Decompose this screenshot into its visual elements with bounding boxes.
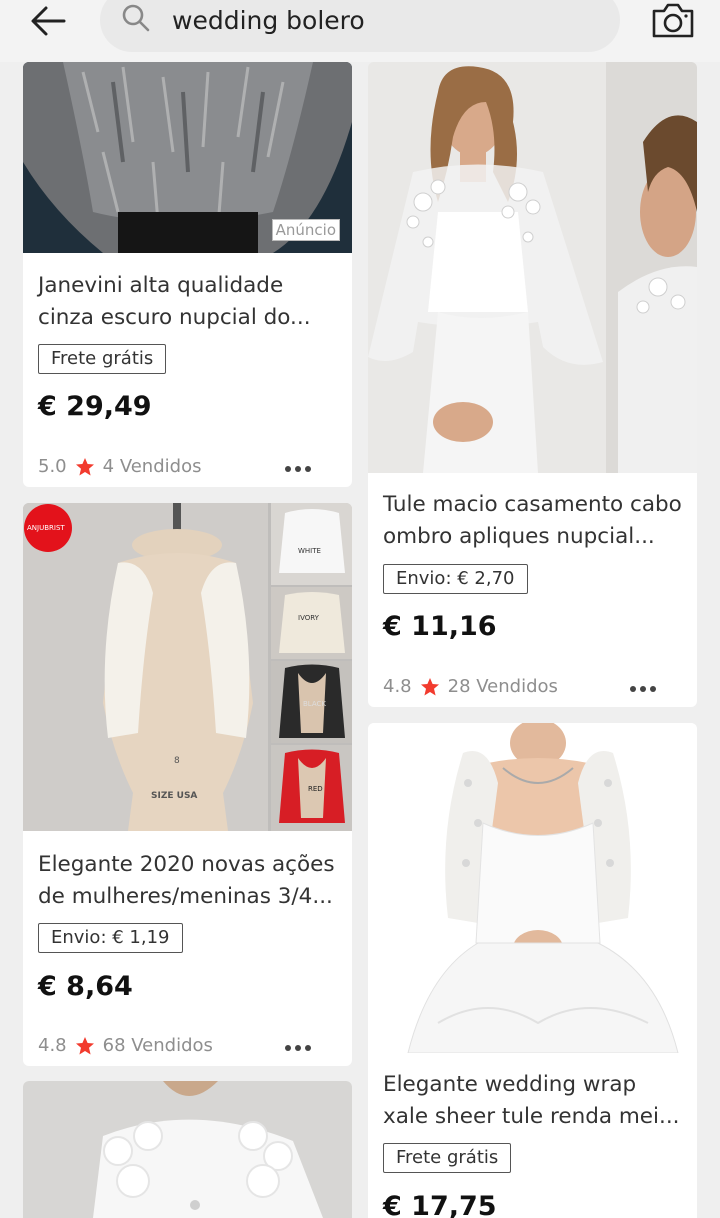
sold-count: 68 Vendidos	[102, 1035, 213, 1056]
brand-badge: ANJUBRIST	[27, 524, 65, 532]
rating-value: 4.8	[383, 676, 412, 697]
product-title: Janevini alta qualidade cinza escuro nup…	[38, 273, 311, 330]
back-button[interactable]	[28, 4, 68, 38]
product-price: € 11,16	[383, 611, 497, 642]
product-title: Tule macio casamento cabo ombro apliques…	[383, 492, 682, 549]
product-card[interactable]: 8 SIZE USA WHITE IVORY BLACK RED ANJUBRI…	[23, 503, 352, 1066]
product-card[interactable]	[23, 1081, 352, 1218]
product-image[interactable]	[23, 1081, 352, 1218]
sold-count: 4 Vendidos	[102, 456, 202, 477]
product-price: € 29,49	[38, 391, 152, 422]
sold-count: 28 Vendidos	[447, 676, 558, 697]
more-options-icon[interactable]	[284, 464, 312, 474]
search-input[interactable]: wedding bolero	[100, 0, 620, 52]
product-card[interactable]: Tule macio casamento cabo ombro apliques…	[368, 62, 697, 707]
more-options-icon[interactable]	[284, 1043, 312, 1053]
swatch-label: IVORY	[298, 614, 320, 622]
product-image[interactable]: 8 SIZE USA WHITE IVORY BLACK RED ANJUBRI…	[23, 503, 352, 831]
arrow-left-icon	[31, 6, 66, 36]
search-icon	[122, 4, 150, 32]
top-bar: wedding bolero	[0, 0, 720, 62]
product-card[interactable]: Elegante wedding wrap xale sheer tule re…	[368, 723, 697, 1218]
rating-row: 4.8 68 Vendidos	[38, 1035, 213, 1056]
star-icon	[420, 677, 439, 695]
product-price: € 8,64	[38, 971, 133, 1002]
swatch-label: RED	[308, 785, 323, 793]
product-image[interactable]	[368, 62, 697, 473]
product-price: € 17,75	[383, 1191, 497, 1218]
ad-badge: Anúncio	[271, 219, 340, 241]
product-title: Elegante wedding wrap xale sheer tule re…	[383, 1072, 680, 1129]
camera-icon	[652, 3, 694, 38]
rating-value: 4.8	[38, 1035, 67, 1056]
more-options-icon[interactable]	[629, 684, 657, 694]
shipping-tag: Envio: € 1,19	[38, 923, 183, 953]
star-icon	[75, 457, 94, 475]
camera-search-button[interactable]	[651, 2, 695, 38]
search-query: wedding bolero	[172, 6, 365, 35]
rating-row: 5.0 4 Vendidos	[38, 456, 201, 477]
product-image[interactable]: Anúncio	[23, 62, 352, 253]
shipping-tag: Frete grátis	[38, 344, 167, 374]
shipping-tag: Envio: € 2,70	[383, 564, 528, 594]
size-label: SIZE USA	[151, 791, 197, 801]
product-title: Elegante 2020 novas ações de mulheres/me…	[38, 852, 335, 909]
shipping-tag: Frete grátis	[383, 1143, 512, 1173]
swatch-label: BLACK	[303, 700, 326, 708]
star-icon	[75, 1036, 94, 1054]
rating-row: 4.8 28 Vendidos	[383, 676, 558, 697]
rating-value: 5.0	[38, 456, 67, 477]
product-card[interactable]: Anúncio Janevini alta qualidade cinza es…	[23, 62, 352, 487]
size-number: 8	[174, 756, 180, 766]
swatch-label: WHITE	[298, 547, 321, 555]
product-image[interactable]	[368, 723, 697, 1053]
